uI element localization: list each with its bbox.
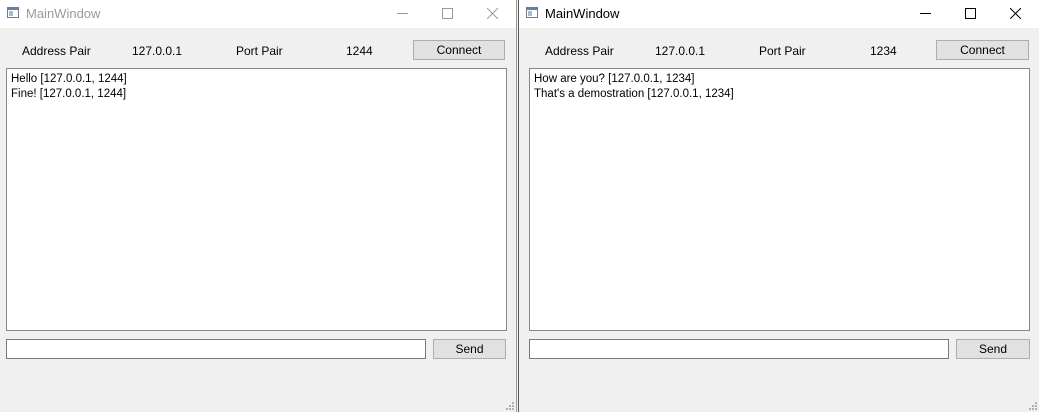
- minimize-icon: [920, 13, 931, 14]
- minimize-icon: [397, 13, 408, 14]
- port-pair-value: 1244: [346, 44, 373, 58]
- app-window-icon: [7, 7, 19, 18]
- message-line: Hello [127.0.0.1, 1244]: [11, 73, 127, 85]
- connect-button[interactable]: Connect: [413, 40, 505, 60]
- message-line: How are you? [127.0.0.1, 1234]: [534, 73, 695, 85]
- address-pair-label: Address Pair: [22, 44, 91, 58]
- message-line: Fine! [127.0.0.1, 1244]: [11, 88, 127, 100]
- minimize-button[interactable]: [380, 0, 425, 28]
- port-pair-value: 1234: [870, 44, 897, 58]
- main-window-right: MainWindow Address Pair 127.0.0.1 Port P…: [518, 0, 1039, 412]
- send-button[interactable]: Send: [956, 339, 1030, 359]
- message-log[interactable]: How are you? [127.0.0.1, 1234] That's a …: [529, 68, 1030, 331]
- main-window-left: MainWindow Address Pair 127.0.0.1 Port P…: [0, 0, 517, 412]
- port-pair-label: Port Pair: [236, 44, 283, 58]
- send-button[interactable]: Send: [433, 339, 506, 359]
- close-button[interactable]: [993, 0, 1038, 28]
- app-window-icon: [526, 7, 538, 18]
- message-line: That's a demostration [127.0.0.1, 1234]: [534, 88, 734, 100]
- maximize-icon: [965, 8, 976, 19]
- port-pair-label: Port Pair: [759, 44, 806, 58]
- message-input[interactable]: [529, 339, 949, 359]
- title-bar[interactable]: MainWindow: [0, 0, 516, 28]
- maximize-button[interactable]: [425, 0, 470, 28]
- close-icon: [1010, 8, 1021, 19]
- maximize-button[interactable]: [948, 0, 993, 28]
- close-button[interactable]: [470, 0, 515, 28]
- connect-button[interactable]: Connect: [936, 40, 1029, 60]
- window-title: MainWindow: [545, 6, 620, 21]
- window-title: MainWindow: [26, 6, 101, 21]
- close-icon: [487, 8, 498, 19]
- message-log[interactable]: Hello [127.0.0.1, 1244] Fine! [127.0.0.1…: [6, 68, 507, 331]
- minimize-button[interactable]: [903, 0, 948, 28]
- address-pair-value: 127.0.0.1: [132, 44, 183, 58]
- address-pair-value: 127.0.0.1: [655, 44, 706, 58]
- resize-grip[interactable]: [505, 401, 514, 410]
- maximize-icon: [442, 8, 453, 19]
- resize-grip[interactable]: [1028, 401, 1037, 410]
- title-bar[interactable]: MainWindow: [519, 0, 1039, 28]
- message-input[interactable]: [6, 339, 426, 359]
- address-pair-label: Address Pair: [545, 44, 614, 58]
